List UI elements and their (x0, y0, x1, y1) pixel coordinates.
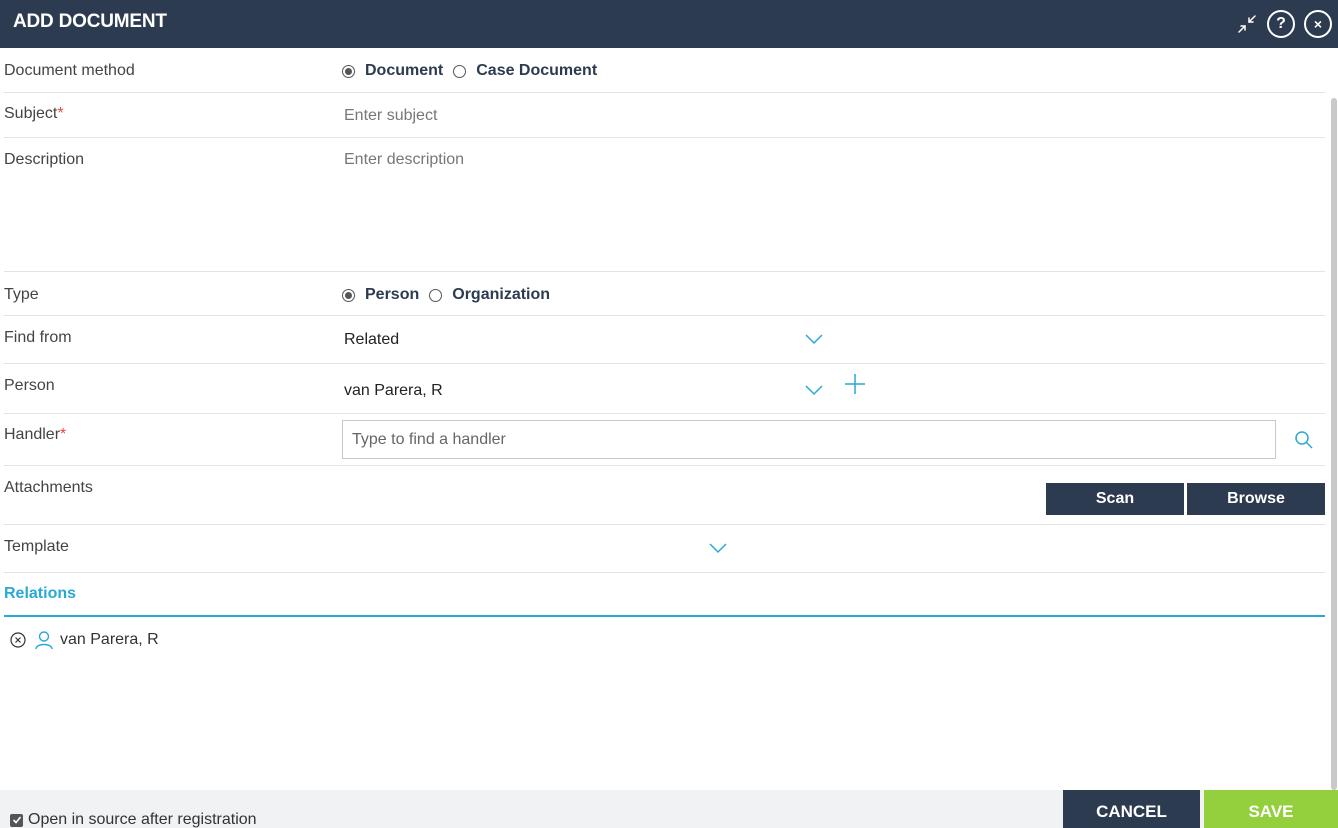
template-label: Template (4, 538, 69, 555)
open-in-source-label[interactable]: Open in source after registration (28, 811, 257, 828)
required-mark: * (60, 426, 67, 443)
remove-relation-icon[interactable] (10, 632, 26, 648)
add-person-icon[interactable] (843, 372, 867, 396)
chevron-down-icon[interactable] (804, 333, 824, 345)
template-select[interactable] (344, 540, 694, 560)
scan-button[interactable]: Scan (1046, 483, 1184, 515)
find-from-row: Find from Related (4, 316, 1325, 364)
document-method-row: Document method Document Case Document (4, 48, 1325, 93)
handler-row: Handler* (4, 414, 1325, 466)
checkmark-icon (12, 816, 21, 824)
description-input[interactable] (344, 151, 1304, 261)
document-method-radio-group: Document Case Document (342, 62, 607, 80)
radio-organization-label[interactable]: Organization (452, 286, 550, 304)
radio-organization[interactable] (429, 288, 443, 302)
handler-label-text: Handler (4, 426, 61, 443)
chevron-down-icon[interactable] (804, 384, 824, 396)
relations-title[interactable]: Relations (4, 585, 76, 603)
required-mark: * (57, 105, 64, 122)
radio-person-label[interactable]: Person (365, 286, 419, 304)
save-button[interactable]: SAVE (1204, 790, 1338, 828)
find-from-select[interactable]: Related (344, 331, 399, 349)
radio-case-document-label[interactable]: Case Document (476, 62, 597, 80)
person-row: Person van Parera, R (4, 364, 1325, 414)
radio-document-label[interactable]: Document (365, 62, 443, 80)
handler-label: Handler* (4, 426, 66, 444)
relation-name[interactable]: van Parera, R (60, 631, 159, 649)
type-row: Type Person Organization (4, 272, 1325, 316)
subject-label: Subject* (4, 105, 64, 123)
search-icon[interactable] (1294, 430, 1314, 450)
help-icon[interactable]: ? (1267, 10, 1295, 38)
open-in-source-checkbox-wrap: Open in source after registration (10, 811, 257, 828)
person-icon (35, 631, 53, 650)
open-in-source-checkbox[interactable] (10, 813, 23, 827)
document-method-label: Document method (4, 62, 135, 79)
dialog-body: Document method Document Case Document S… (0, 48, 1338, 790)
subject-label-text: Subject (4, 105, 58, 122)
chevron-down-icon[interactable] (708, 542, 728, 554)
dialog-title: ADD DOCUMENT (13, 11, 167, 32)
browse-button[interactable]: Browse (1187, 483, 1325, 515)
relations-divider (4, 615, 1325, 617)
template-row: Template (4, 525, 1325, 573)
person-select[interactable]: van Parera, R (344, 382, 443, 400)
close-icon[interactable]: × (1304, 10, 1332, 38)
help-glyph: ? (1276, 15, 1286, 32)
type-radio-group: Person Organization (342, 286, 560, 304)
close-glyph: × (1313, 16, 1323, 32)
attachments-row: Attachments Scan Browse (4, 466, 1325, 525)
minimize-icon[interactable] (1233, 10, 1261, 38)
attachments-label: Attachments (4, 479, 93, 496)
handler-input[interactable] (343, 421, 1275, 458)
radio-case-document[interactable] (453, 64, 467, 78)
radio-document[interactable] (342, 64, 355, 78)
dialog-header: ADD DOCUMENT ? × (0, 0, 1338, 48)
relation-item: van Parera, R (10, 630, 159, 650)
handler-input-box (342, 420, 1276, 459)
scrollbar[interactable] (1331, 98, 1337, 790)
description-row: Description (4, 138, 1325, 272)
find-from-label: Find from (4, 329, 72, 346)
person-label: Person (4, 377, 55, 394)
subject-input[interactable] (344, 105, 1244, 127)
description-label: Description (4, 151, 85, 168)
type-label: Type (4, 286, 39, 303)
subject-row: Subject* (4, 93, 1325, 138)
dialog-footer: Open in source after registration CANCEL… (0, 790, 1338, 828)
cancel-button[interactable]: CANCEL (1063, 790, 1200, 828)
radio-person[interactable] (342, 288, 355, 302)
